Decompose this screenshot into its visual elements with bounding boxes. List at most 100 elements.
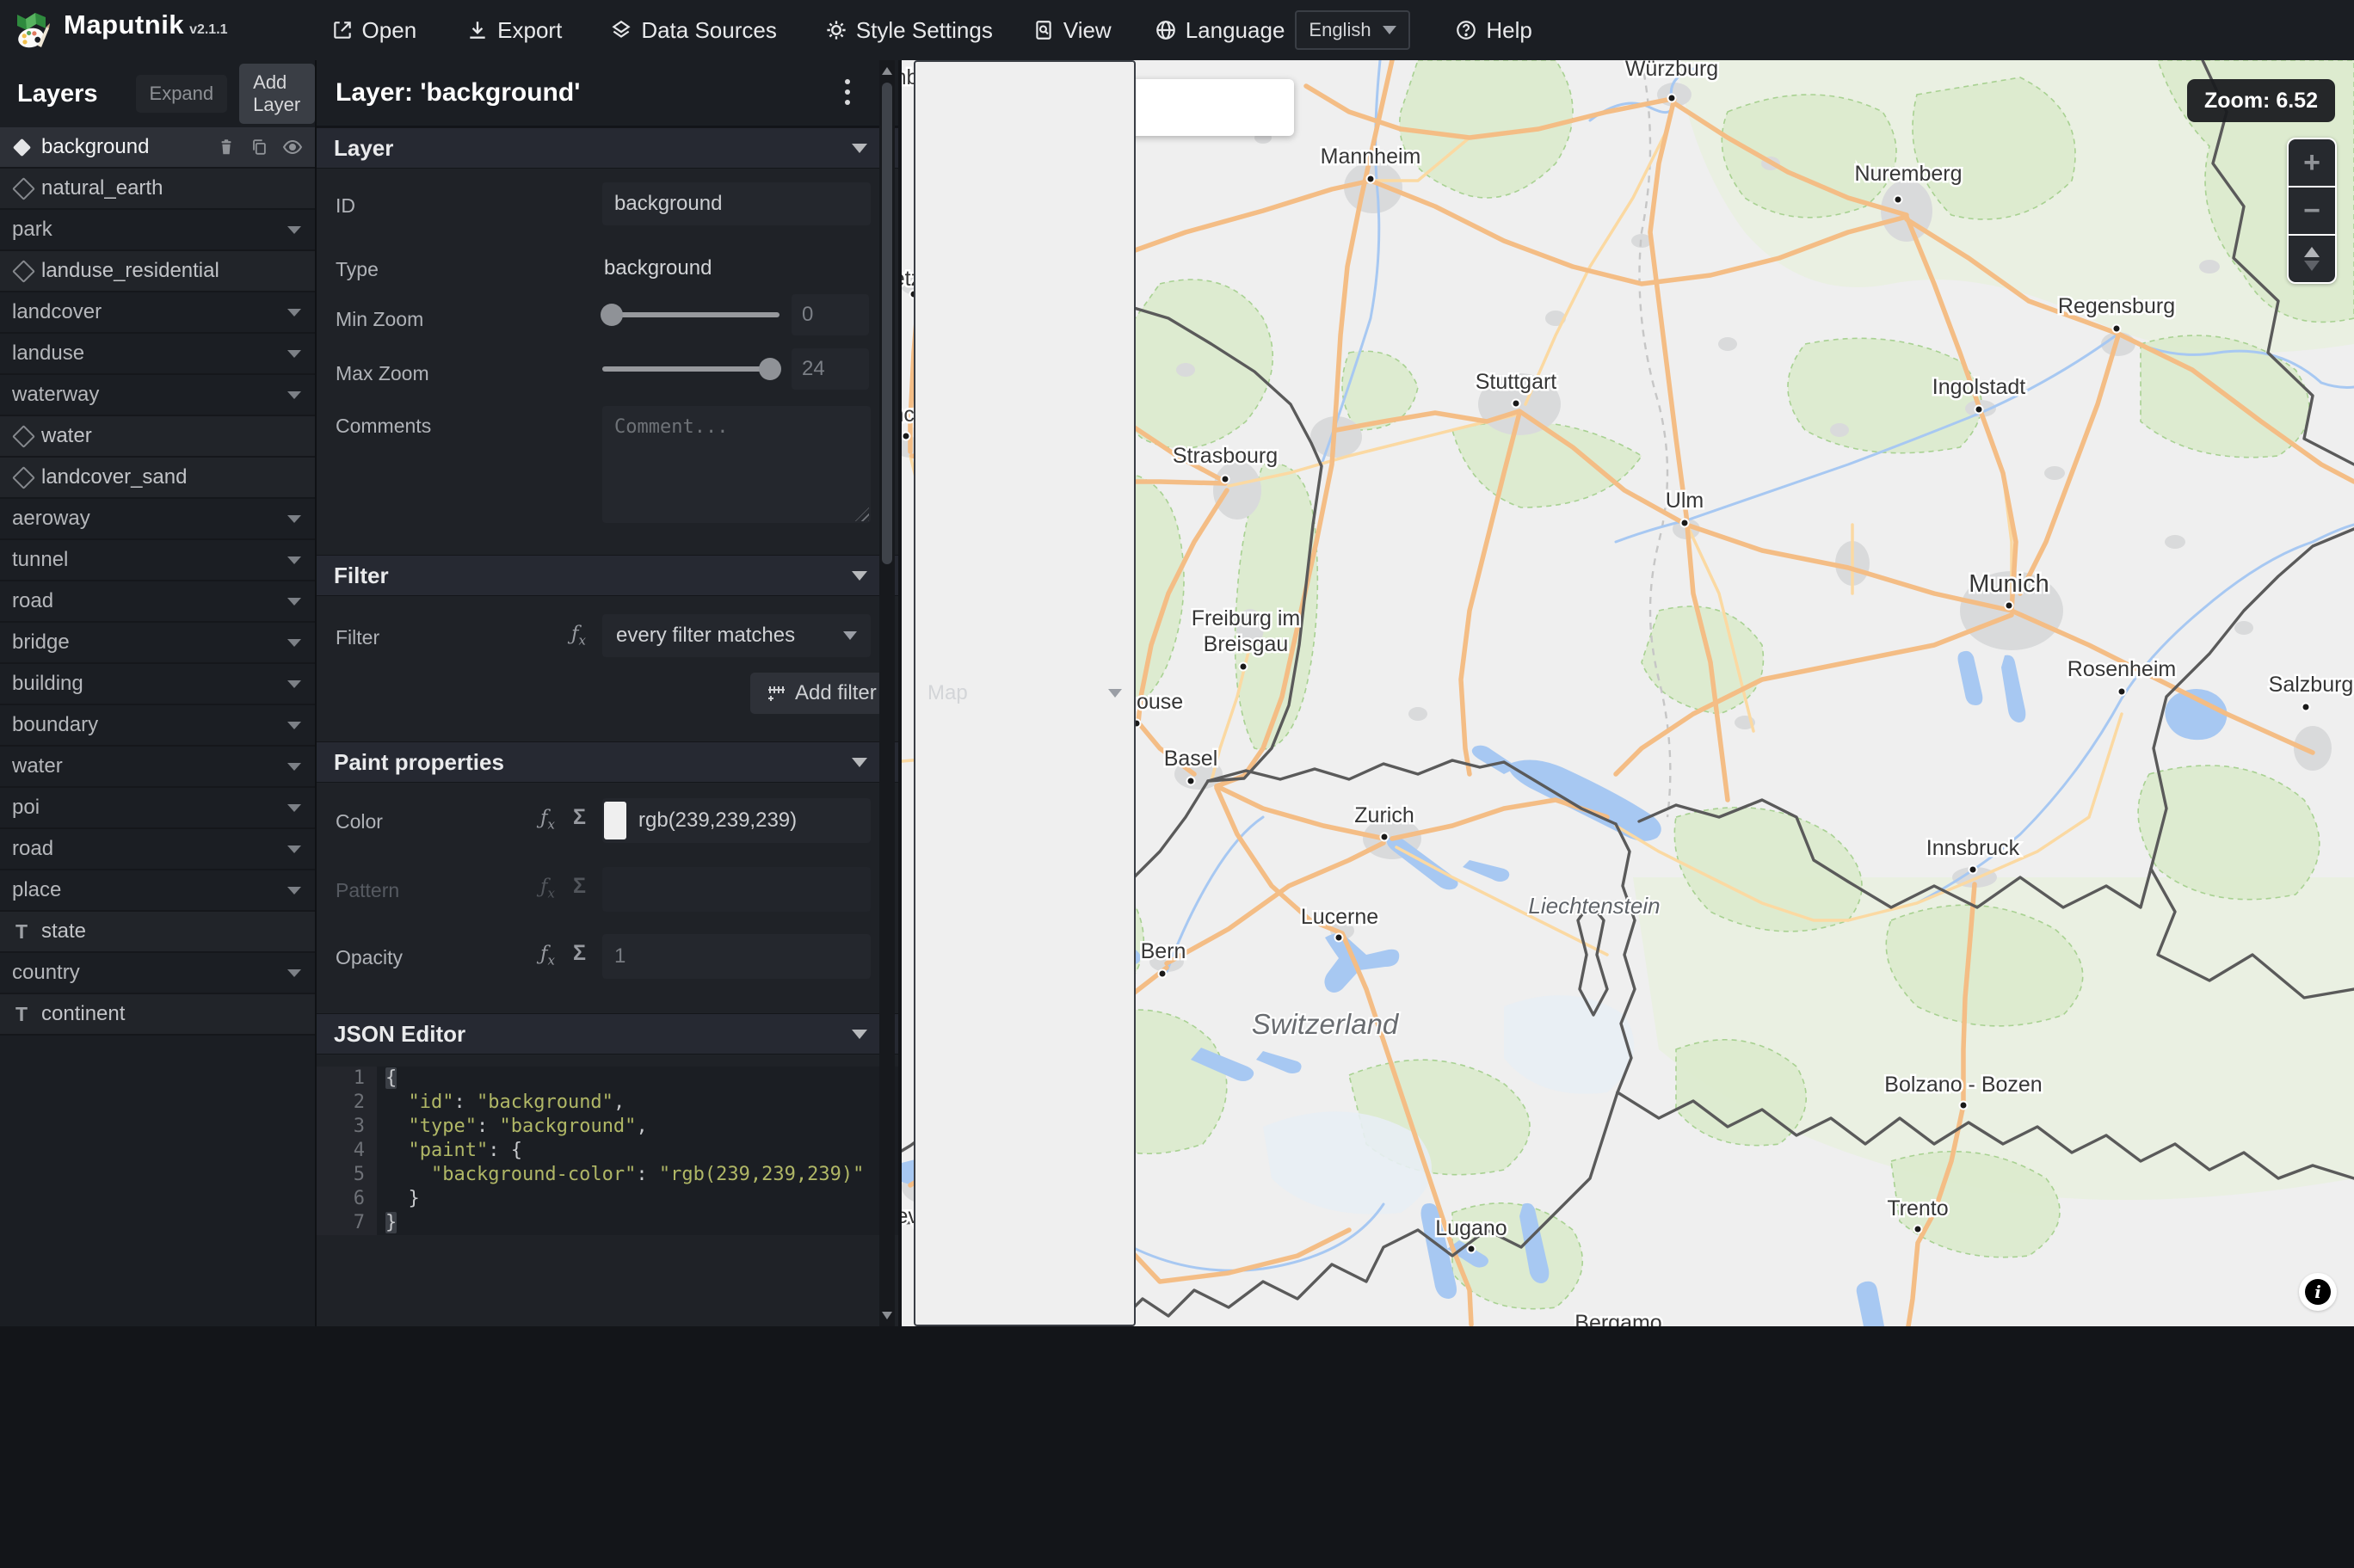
- view-menu[interactable]: View: [1032, 17, 1112, 44]
- pattern-field[interactable]: [602, 867, 871, 912]
- layer-row-water[interactable]: water: [0, 416, 315, 458]
- layer-row-background[interactable]: background: [0, 127, 315, 169]
- layer-row-natural_earth[interactable]: natural_earth: [0, 169, 315, 210]
- map-label-basel: Basel: [1164, 747, 1218, 771]
- group-collapse-icon[interactable]: [287, 308, 301, 317]
- layer-row-continent[interactable]: Tcontinent: [0, 994, 315, 1036]
- section-json-editor[interactable]: JSON Editor: [317, 1013, 898, 1055]
- filter-label: Filter: [336, 626, 380, 649]
- layer-row-landuse_residential[interactable]: landuse_residential: [0, 251, 315, 292]
- color-swatch[interactable]: [604, 802, 626, 839]
- layer-row-state[interactable]: Tstate: [0, 912, 315, 953]
- json-line[interactable]: 3 "type": "background",: [317, 1115, 898, 1139]
- editor-scrollbar[interactable]: [879, 60, 895, 1326]
- json-code-editor[interactable]: 1{2 "id": "background", 3 "type": "backgr…: [317, 1067, 898, 1235]
- zoom-in-button[interactable]: +: [2289, 139, 2335, 186]
- min-zoom-slider[interactable]: [601, 304, 780, 326]
- json-line[interactable]: 6 }: [317, 1187, 898, 1211]
- group-collapse-icon[interactable]: [287, 390, 301, 399]
- layer-row-road[interactable]: road: [0, 829, 315, 870]
- group-collapse-icon[interactable]: [287, 597, 301, 606]
- section-paint[interactable]: Paint properties: [317, 741, 898, 783]
- help-button[interactable]: Help: [1455, 17, 1532, 44]
- layer-row-tunnel[interactable]: tunnel: [0, 540, 315, 581]
- language-select[interactable]: English: [1295, 10, 1411, 50]
- group-collapse-icon[interactable]: [287, 349, 301, 358]
- layer-row-boundary[interactable]: boundary: [0, 705, 315, 747]
- function-icon[interactable]: ƒx: [571, 623, 586, 649]
- attribution-button[interactable]: i: [2299, 1273, 2337, 1311]
- add-filter-button[interactable]: Add filter: [750, 673, 892, 714]
- filter-combinator-select[interactable]: every filter matches: [602, 614, 871, 657]
- json-line[interactable]: 7}: [317, 1211, 898, 1235]
- max-zoom-slider[interactable]: [602, 358, 781, 380]
- comments-field[interactable]: [602, 406, 871, 523]
- layer-row-landuse[interactable]: landuse: [0, 334, 315, 375]
- layer-row-park[interactable]: park: [0, 210, 315, 251]
- section-layer[interactable]: Layer: [317, 127, 898, 169]
- city-dot: [1974, 404, 1984, 415]
- group-collapse-icon[interactable]: [287, 225, 301, 234]
- export-icon: [470, 22, 485, 39]
- group-collapse-icon[interactable]: [287, 679, 301, 688]
- section-filter-label: Filter: [334, 562, 389, 588]
- layer-row-place[interactable]: place: [0, 870, 315, 912]
- max-zoom-field[interactable]: [792, 348, 869, 390]
- city-dot: [1958, 1100, 1969, 1110]
- expand-button[interactable]: Expand: [135, 75, 228, 113]
- group-collapse-icon[interactable]: [287, 514, 301, 523]
- layer-row-building[interactable]: building: [0, 664, 315, 705]
- layer-row-country[interactable]: country: [0, 953, 315, 994]
- layer-row-landcover_sand[interactable]: landcover_sand: [0, 458, 315, 499]
- group-collapse-icon[interactable]: [287, 845, 301, 853]
- json-line[interactable]: 1{: [317, 1067, 898, 1091]
- zoom-out-button[interactable]: −: [2289, 186, 2335, 234]
- layer-row-waterway[interactable]: waterway: [0, 375, 315, 416]
- style-settings-button[interactable]: Style Settings: [825, 17, 993, 44]
- layer-row-road[interactable]: road: [0, 581, 315, 623]
- section-filter[interactable]: Filter: [317, 555, 898, 596]
- add-layer-button[interactable]: Add Layer: [239, 64, 315, 124]
- json-line[interactable]: 5 "background-color": "rgb(239,239,239)": [317, 1163, 898, 1187]
- function-icon[interactable]: ƒx: [540, 943, 555, 968]
- group-collapse-icon[interactable]: [287, 886, 301, 895]
- zoom-function-icon[interactable]: Σ: [573, 805, 586, 830]
- layer-name: park: [12, 218, 52, 241]
- export-button[interactable]: Export: [466, 17, 562, 44]
- brand[interactable]: Maputnik v2.1.1: [12, 9, 228, 51]
- zoom-function-icon[interactable]: Σ: [573, 941, 586, 966]
- group-collapse-icon[interactable]: [287, 762, 301, 771]
- opacity-field[interactable]: [602, 934, 871, 979]
- map-label-trento: Trento: [1887, 1196, 1948, 1221]
- city-dot: [902, 431, 911, 441]
- group-collapse-icon[interactable]: [287, 638, 301, 647]
- pitch-toggle-button[interactable]: [2289, 234, 2335, 282]
- id-field[interactable]: [602, 182, 871, 225]
- section-json-editor-label: JSON Editor: [334, 1020, 466, 1047]
- group-collapse-icon[interactable]: [287, 721, 301, 729]
- layer-row-bridge[interactable]: bridge: [0, 623, 315, 664]
- open-button[interactable]: Open: [331, 17, 416, 44]
- layer-row-landcover[interactable]: landcover: [0, 292, 315, 334]
- scroll-up-icon[interactable]: [882, 67, 892, 75]
- layer-row-aeroway[interactable]: aeroway: [0, 499, 315, 540]
- layer-row-water[interactable]: water: [0, 747, 315, 788]
- data-sources-button[interactable]: Data Sources: [610, 17, 777, 44]
- group-collapse-icon[interactable]: [287, 556, 301, 564]
- app-version: v2.1.1: [189, 22, 228, 37]
- map-label-lucerne: Lucerne: [1301, 905, 1378, 929]
- scrollbar-thumb[interactable]: [882, 83, 892, 564]
- json-line[interactable]: 2 "id": "background",: [317, 1091, 898, 1115]
- language-menu[interactable]: Language: [1155, 17, 1285, 44]
- layer-row-poi[interactable]: poi: [0, 788, 315, 829]
- layer-name: building: [12, 672, 83, 695]
- group-collapse-icon[interactable]: [287, 968, 301, 977]
- json-line[interactable]: 4 "paint": {: [317, 1139, 898, 1163]
- function-icon[interactable]: ƒx: [540, 807, 555, 833]
- scroll-down-icon[interactable]: [882, 1312, 892, 1319]
- layer-menu-kebab-icon[interactable]: [841, 76, 853, 108]
- view-select[interactable]: Map: [914, 60, 1136, 1326]
- min-zoom-field[interactable]: [792, 294, 869, 335]
- group-collapse-icon[interactable]: [287, 803, 301, 812]
- color-field[interactable]: rgb(239,239,239): [602, 798, 871, 843]
